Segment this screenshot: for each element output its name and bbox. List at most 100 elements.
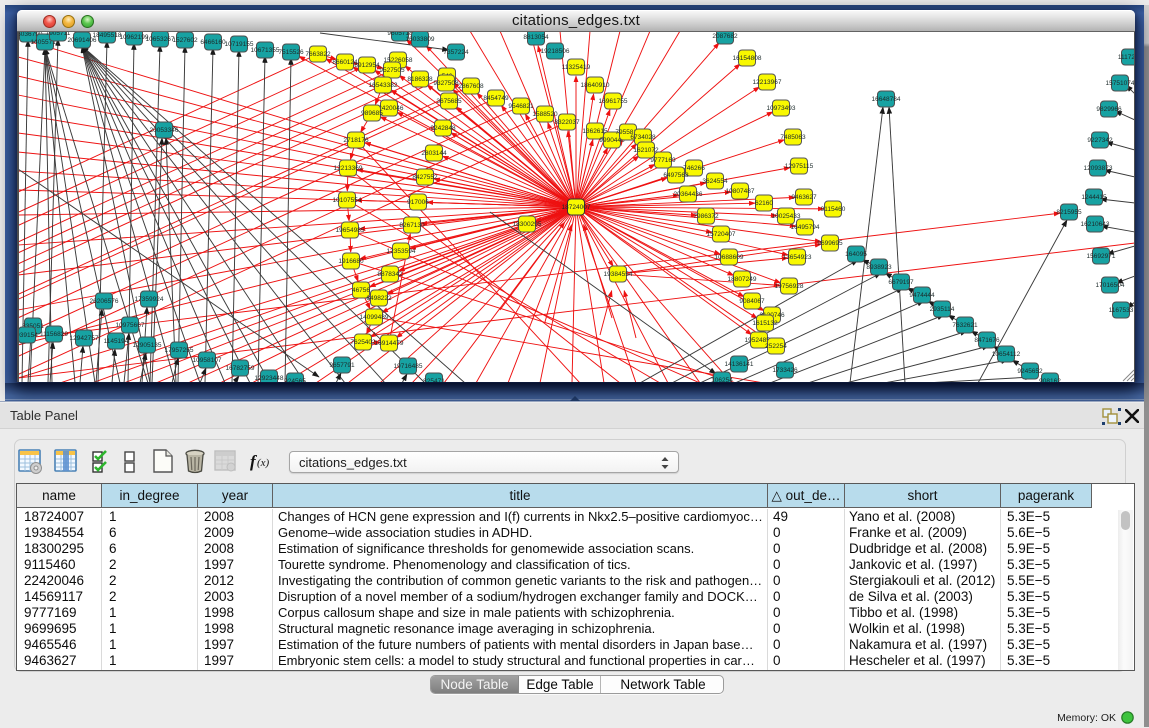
svg-text:9115460: 9115460 — [821, 206, 846, 213]
svg-text:17359924: 17359924 — [135, 296, 164, 303]
svg-text:8471676: 8471676 — [974, 337, 1000, 344]
svg-text:10025433: 10025433 — [772, 213, 801, 220]
svg-text:9829966: 9829966 — [1096, 106, 1122, 113]
svg-text:11325419: 11325419 — [562, 64, 591, 71]
svg-text:9227342: 9227342 — [1087, 137, 1113, 144]
svg-text:9527505: 9527505 — [379, 67, 405, 74]
svg-text:8186328: 8186328 — [407, 76, 433, 83]
svg-text:10654112: 10654112 — [992, 351, 1021, 358]
svg-text:2087682: 2087682 — [712, 33, 738, 40]
svg-text:9463627: 9463627 — [791, 194, 817, 201]
svg-text:1916680: 1916680 — [338, 258, 364, 265]
svg-text:10973493: 10973493 — [767, 105, 796, 112]
svg-text:9777169: 9777169 — [650, 157, 676, 164]
svg-text:2935114: 2935114 — [930, 306, 955, 313]
svg-text:2803144: 2803144 — [421, 150, 447, 157]
svg-text:17016504: 17016504 — [1096, 282, 1125, 289]
svg-text:6497568: 6497568 — [663, 172, 689, 179]
svg-text:7663822: 7663822 — [305, 51, 331, 58]
svg-text:2718176: 2718176 — [343, 137, 369, 144]
svg-text:9699695: 9699695 — [817, 240, 843, 247]
svg-text:15751074: 15751074 — [1106, 80, 1134, 87]
svg-text:20364436: 20364436 — [674, 191, 703, 198]
svg-text:6498222: 6498222 — [366, 295, 392, 302]
svg-text:16961755: 16961755 — [599, 98, 628, 105]
svg-text:7485063: 7485063 — [780, 134, 806, 141]
svg-text:16495794: 16495794 — [791, 224, 820, 231]
svg-text:10719155: 10719155 — [225, 41, 254, 48]
svg-text:917006: 917006 — [407, 199, 429, 206]
svg-text:9474444: 9474444 — [909, 292, 935, 299]
svg-text:12923448: 12923448 — [255, 375, 284, 382]
svg-text:18724007: 18724007 — [562, 204, 591, 211]
svg-text:19384554: 19384554 — [604, 271, 633, 278]
svg-text:10688609: 10688609 — [715, 254, 744, 261]
svg-text:16914479: 16914479 — [375, 340, 404, 347]
svg-text:12353594: 12353594 — [387, 248, 416, 255]
svg-text:8938923: 8938923 — [866, 264, 892, 271]
svg-text:8454749: 8454749 — [483, 95, 509, 102]
svg-text:13654923: 13654923 — [783, 254, 812, 261]
svg-text:908162: 908162 — [1039, 378, 1061, 382]
svg-text:1145194: 1145194 — [104, 338, 129, 345]
svg-text:11156829: 11156829 — [40, 331, 68, 338]
svg-text:19756928: 19756928 — [775, 283, 804, 290]
svg-text:8427552: 8427552 — [412, 174, 438, 181]
svg-text:7515526: 7515526 — [278, 49, 304, 56]
svg-text:164095: 164095 — [845, 251, 867, 258]
svg-text:1733426: 1733426 — [772, 367, 798, 374]
svg-text:6679197: 6679197 — [888, 279, 914, 286]
svg-text:12942757: 12942757 — [70, 335, 99, 342]
svg-text:9546821: 9546821 — [508, 103, 534, 110]
svg-text:14099489: 14099489 — [360, 314, 389, 321]
svg-text:16033809: 16033809 — [406, 36, 435, 43]
svg-text:8878342: 8878342 — [377, 271, 403, 278]
svg-text:12213369: 12213369 — [334, 165, 363, 172]
svg-text:1588520: 1588520 — [532, 111, 558, 118]
svg-text:7357224: 7357224 — [443, 49, 469, 56]
svg-text:924565: 924565 — [284, 378, 306, 382]
svg-text:2867608: 2867608 — [458, 83, 484, 90]
svg-text:12093873: 12093873 — [1084, 165, 1113, 172]
svg-text:1244415: 1244415 — [1081, 194, 1107, 201]
svg-text:26206576: 26206576 — [90, 298, 119, 305]
svg-text:989685: 989685 — [361, 110, 383, 117]
svg-text:8267130: 8267130 — [399, 222, 425, 229]
svg-text:1167533: 1167533 — [1109, 307, 1134, 314]
svg-text:7625402: 7625402 — [350, 339, 376, 346]
svg-text:14136141: 14136141 — [725, 361, 754, 368]
svg-text:16648784: 16648784 — [872, 96, 901, 103]
svg-text:18640910: 18640910 — [581, 82, 610, 89]
svg-text:10975667: 10975667 — [116, 322, 145, 329]
svg-text:12905135: 12905135 — [133, 342, 162, 349]
svg-text:1117263: 1117263 — [1118, 54, 1134, 61]
svg-text:18300295: 18300295 — [513, 221, 542, 228]
svg-text:10107554: 10107554 — [333, 197, 362, 204]
svg-text:19218506: 19218506 — [541, 48, 570, 55]
svg-text:(x): (x) — [257, 457, 270, 469]
svg-text:3675685: 3675685 — [436, 98, 462, 105]
svg-text:10653267: 10653267 — [146, 36, 175, 43]
svg-text:6466160: 6466160 — [200, 39, 226, 46]
svg-text:15692971: 15692971 — [1087, 253, 1116, 260]
svg-text:10958107: 10958107 — [193, 357, 222, 364]
svg-text:46756: 46756 — [352, 287, 370, 294]
svg-text:1615132: 1615132 — [752, 320, 778, 327]
svg-text:16782759: 16782759 — [226, 365, 255, 372]
svg-text:17957255: 17957255 — [165, 347, 194, 354]
svg-text:62160: 62160 — [755, 200, 773, 207]
svg-text:18495518: 18495518 — [93, 32, 122, 39]
svg-text:7986372: 7986372 — [693, 213, 719, 220]
svg-text:1527602: 1527602 — [172, 37, 198, 44]
svg-text:16210643: 16210643 — [1081, 221, 1110, 228]
svg-text:8912954: 8912954 — [354, 62, 380, 69]
svg-text:10671355: 10671355 — [251, 47, 280, 54]
svg-text:252254: 252254 — [765, 343, 787, 350]
svg-text:12213967: 12213967 — [753, 79, 782, 86]
svg-text:825471: 825471 — [423, 378, 445, 382]
svg-text:3624554: 3624554 — [702, 178, 728, 185]
svg-text:8322037: 8322037 — [554, 119, 580, 126]
svg-text:106254: 106254 — [711, 377, 733, 382]
svg-text:9657791: 9657791 — [329, 362, 355, 369]
svg-text:19716485: 19716485 — [394, 363, 423, 370]
